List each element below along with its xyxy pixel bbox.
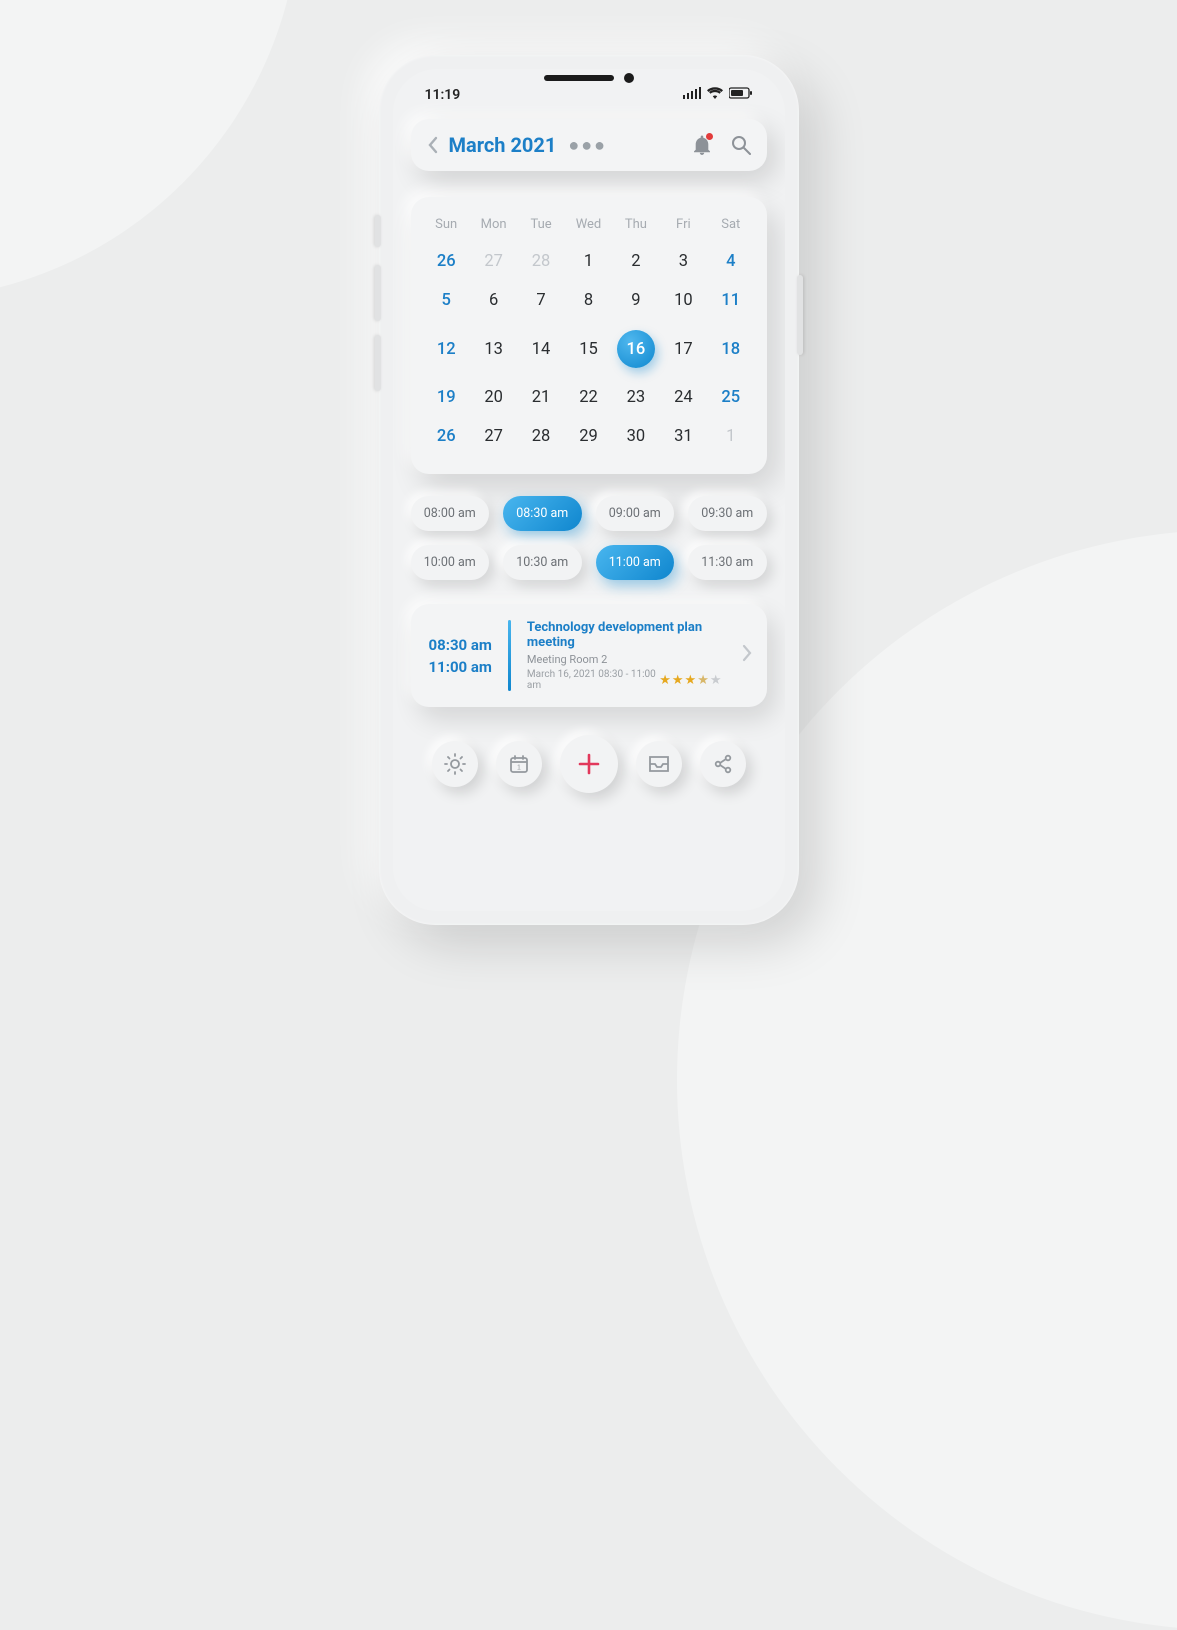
event-room: Meeting Room 2 (527, 653, 723, 666)
time-slot[interactable]: 08:00 am (411, 496, 490, 531)
nav-calendar-button[interactable]: 1 (496, 741, 542, 787)
calendar-day[interactable]: 3 (660, 242, 707, 281)
weekday-label: Fri (660, 211, 707, 242)
nav-brightness-button[interactable] (432, 741, 478, 787)
month-header: March 2021 ●●● (411, 119, 767, 171)
calendar-day[interactable]: 5 (423, 281, 470, 320)
time-slots: 08:00 am 08:30 am 09:00 am 09:30 am 10:00 am… (411, 496, 767, 580)
calendar-day[interactable]: 20 (470, 378, 517, 417)
calendar-card: SunMonTueWedThuFriSat 262728123456789101… (411, 197, 767, 474)
calendar-day[interactable]: 26 (423, 417, 470, 456)
search-button[interactable] (731, 135, 751, 155)
calendar-day[interactable]: 27 (470, 417, 517, 456)
calendar-day[interactable]: 30 (612, 417, 659, 456)
nav-share-button[interactable] (700, 741, 746, 787)
calendar-day[interactable]: 22 (565, 378, 612, 417)
event-card[interactable]: 08:30 am 11:00 am Technology development… (411, 604, 767, 707)
prev-month-button[interactable] (427, 136, 439, 154)
nav-add-button[interactable] (560, 735, 618, 793)
more-menu-button[interactable]: ●●● (568, 135, 607, 156)
battery-icon (729, 87, 753, 103)
event-times: 08:30 am 11:00 am (429, 636, 492, 676)
time-slot[interactable]: 10:30 am (503, 545, 582, 580)
svg-text:1: 1 (517, 765, 521, 772)
weekday-label: Tue (517, 211, 564, 242)
phone-side-button (375, 215, 381, 247)
calendar-day[interactable]: 7 (517, 281, 564, 320)
calendar-day[interactable]: 13 (470, 320, 517, 378)
calendar-day[interactable]: 23 (612, 378, 659, 417)
calendar-day[interactable]: 6 (470, 281, 517, 320)
month-title[interactable]: March 2021 (449, 133, 557, 157)
calendar-day[interactable]: 12 (423, 320, 470, 378)
weekday-label: Mon (470, 211, 517, 242)
wifi-icon (707, 87, 723, 103)
event-divider (508, 620, 511, 691)
weekday-label: Wed (565, 211, 612, 242)
time-slot[interactable]: 11:30 am (688, 545, 767, 580)
notifications-button[interactable] (693, 135, 711, 155)
calendar-day[interactable]: 17 (660, 320, 707, 378)
bottom-nav: 1 (411, 735, 767, 793)
phone-speaker (544, 75, 614, 81)
calendar-day[interactable]: 25 (707, 378, 754, 417)
event-dateline: March 16, 2021 08:30 - 11:00 am (527, 669, 659, 691)
time-slot[interactable]: 09:30 am (688, 496, 767, 531)
time-slot[interactable]: 10:00 am (411, 545, 490, 580)
weekday-label: Sun (423, 211, 470, 242)
phone-camera (624, 73, 634, 83)
phone-volume-down (375, 335, 381, 391)
calendar-day[interactable]: 16 (612, 320, 659, 378)
calendar-day[interactable]: 1 (707, 417, 754, 456)
phone-volume-up (375, 265, 381, 321)
calendar-day[interactable]: 2 (612, 242, 659, 281)
event-open-button[interactable] (739, 643, 755, 669)
signal-icon (683, 87, 701, 103)
calendar-day[interactable]: 8 (565, 281, 612, 320)
calendar-day[interactable]: 29 (565, 417, 612, 456)
calendar-day[interactable]: 18 (707, 320, 754, 378)
weekday-header-row: SunMonTueWedThuFriSat (423, 211, 755, 242)
time-slot[interactable]: 09:00 am (596, 496, 675, 531)
time-slot[interactable]: 11:00 am (596, 545, 675, 580)
time-slot[interactable]: 08:30 am (503, 496, 582, 531)
calendar-day[interactable]: 4 (707, 242, 754, 281)
calendar-day[interactable]: 31 (660, 417, 707, 456)
event-rating: ★★★★★ (659, 673, 722, 688)
status-bar: 11:19 (411, 83, 767, 113)
status-time: 11:19 (425, 87, 461, 103)
calendar-day[interactable]: 15 (565, 320, 612, 378)
calendar-day[interactable]: 11 (707, 281, 754, 320)
notification-badge (706, 133, 713, 140)
calendar-day[interactable]: 28 (517, 242, 564, 281)
weekday-label: Thu (612, 211, 659, 242)
event-end-time: 11:00 am (429, 658, 492, 676)
calendar-day[interactable]: 14 (517, 320, 564, 378)
event-title: Technology development plan meeting (527, 620, 723, 650)
event-start-time: 08:30 am (429, 636, 492, 654)
nav-inbox-button[interactable] (636, 741, 682, 787)
calendar-day[interactable]: 26 (423, 242, 470, 281)
calendar-day[interactable]: 9 (612, 281, 659, 320)
calendar-day[interactable]: 10 (660, 281, 707, 320)
calendar-day[interactable]: 19 (423, 378, 470, 417)
calendar-day[interactable]: 1 (565, 242, 612, 281)
calendar-day[interactable]: 28 (517, 417, 564, 456)
screen: 11:19 March 2021 ●●● (393, 69, 785, 911)
calendar-day[interactable]: 21 (517, 378, 564, 417)
phone-frame: 11:19 March 2021 ●●● (379, 55, 799, 925)
calendar-day[interactable]: 24 (660, 378, 707, 417)
weekday-label: Sat (707, 211, 754, 242)
calendar-day[interactable]: 27 (470, 242, 517, 281)
date-grid: 2627281234567891011121314151617181920212… (423, 242, 755, 456)
phone-power-button (797, 275, 803, 355)
